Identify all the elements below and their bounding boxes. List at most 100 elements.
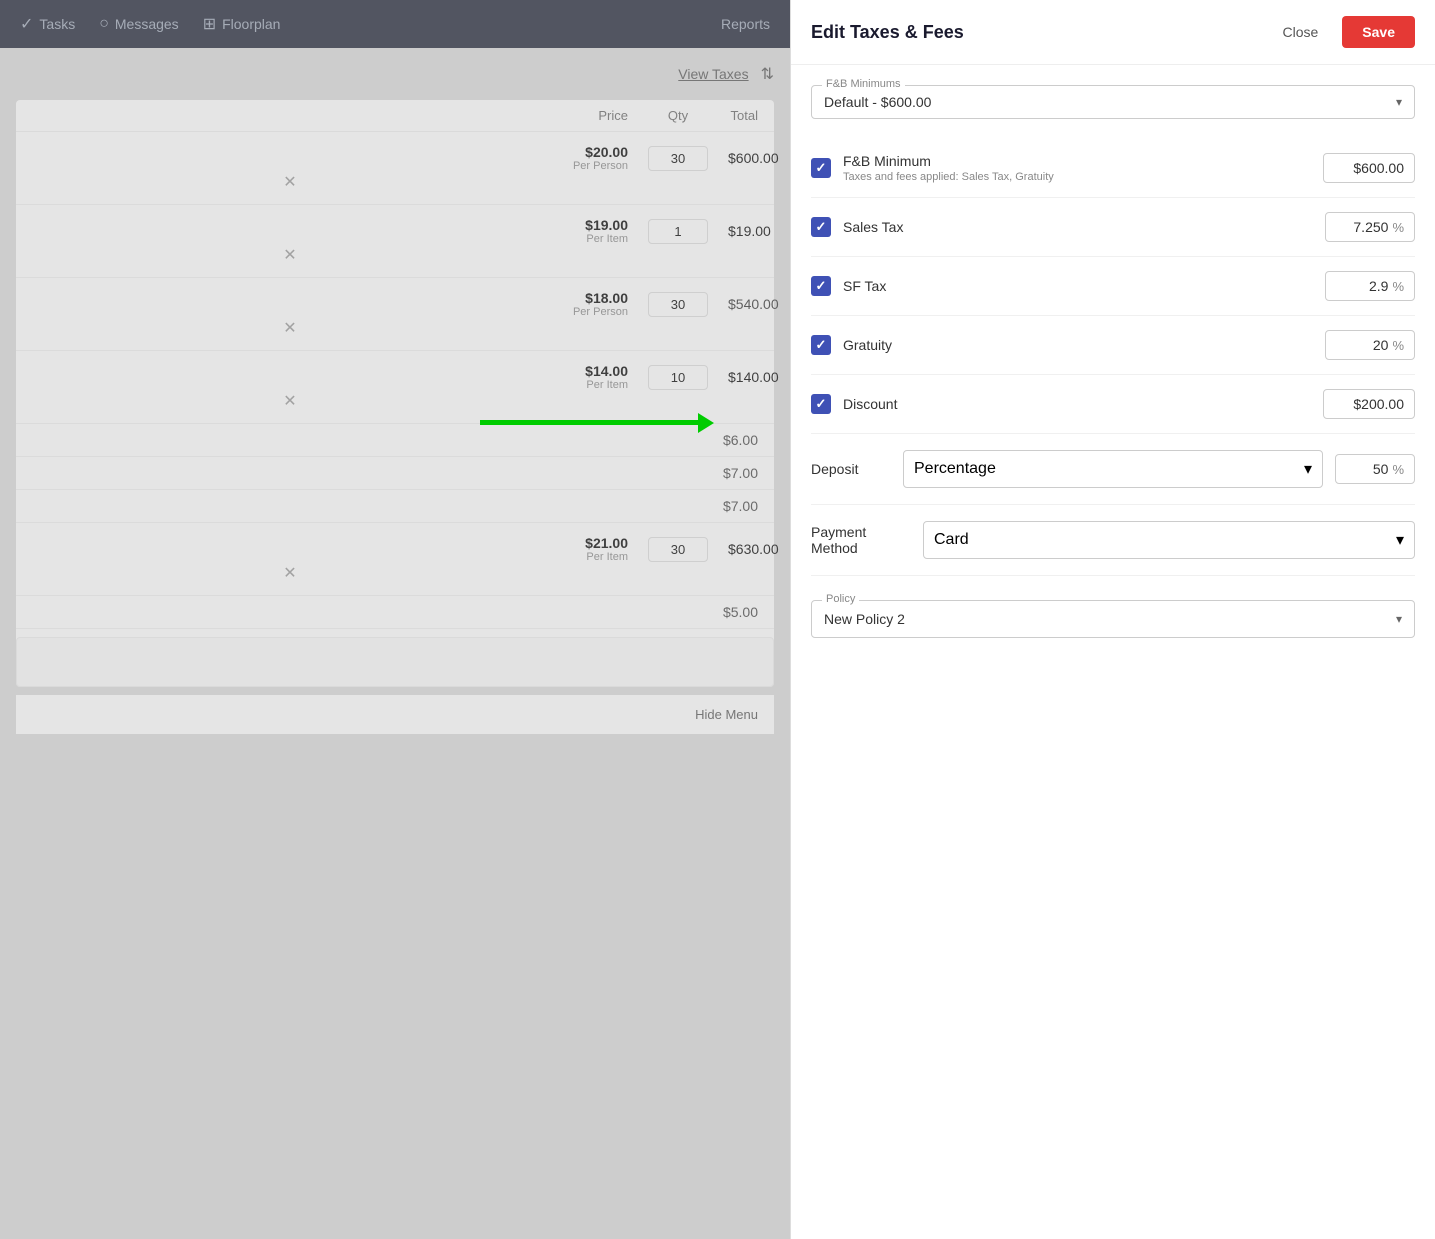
arrow-line xyxy=(480,420,700,425)
policy-select-container[interactable]: Policy New Policy 2 ▾ xyxy=(811,600,1415,638)
qty-input-3[interactable] xyxy=(648,292,708,317)
item-price-2: $19.00 Per Item xyxy=(548,217,628,245)
nav-item-floorplan[interactable]: ⊞ Floorplan xyxy=(203,14,281,34)
green-arrow-annotation xyxy=(480,420,700,425)
remove-btn-1[interactable]: ✕ xyxy=(283,172,296,192)
nav-item-tasks[interactable]: ✓ Tasks xyxy=(20,14,75,34)
sort-icon[interactable]: ⇅ xyxy=(761,64,774,84)
fee-checkbox-discount[interactable]: ✓ xyxy=(811,394,831,414)
fee-value-input-sf-tax[interactable] xyxy=(1348,278,1388,294)
checkmark-icon: ✓ xyxy=(816,396,827,412)
fnb-minimums-select-container[interactable]: F&B Minimums Default - $600.00 ▾ xyxy=(811,85,1415,119)
table-row: $14.00 Per Item $140.00 ✕ xyxy=(16,351,774,424)
deposit-label: Deposit xyxy=(811,461,891,477)
remove-btn-2[interactable]: ✕ xyxy=(283,245,296,265)
nav-label-floorplan: Floorplan xyxy=(222,16,280,32)
simple-price-row-3: $7.00 xyxy=(16,490,774,523)
edit-taxes-panel: Edit Taxes & Fees Close Save F&B Minimum… xyxy=(790,0,1435,1239)
item-total-2: $19.00 xyxy=(728,223,758,239)
panel-body: F&B Minimums Default - $600.00 ▾ ✓ F&B M… xyxy=(791,65,1435,1239)
fnb-minimums-chevron-icon: ▾ xyxy=(1396,95,1402,109)
qty-input-1[interactable] xyxy=(648,146,708,171)
deposit-row: Deposit Percentage ▾ % xyxy=(811,434,1415,505)
fee-label-gratuity: Gratuity xyxy=(843,337,1313,353)
fee-value-input-discount[interactable] xyxy=(1334,396,1404,412)
fee-checkbox-gratuity[interactable]: ✓ xyxy=(811,335,831,355)
close-button[interactable]: Close xyxy=(1271,18,1331,46)
deposit-value-field: % xyxy=(1335,454,1415,484)
fee-row-discount: ✓ Discount xyxy=(811,375,1415,434)
fee-checkbox-sales-tax[interactable]: ✓ xyxy=(811,217,831,237)
item-total-1: $600.00 xyxy=(728,150,758,166)
table-row: $19.00 Per Item $19.00 ✕ xyxy=(16,205,774,278)
panel-title: Edit Taxes & Fees xyxy=(811,22,964,43)
fee-name-fnb-minimum: F&B Minimum xyxy=(843,153,1311,169)
fee-unit-gratuity: % xyxy=(1392,338,1404,353)
fee-value-input-sales-tax[interactable] xyxy=(1338,219,1388,235)
floorplan-icon: ⊞ xyxy=(203,14,216,34)
panel-header-actions: Close Save xyxy=(1271,16,1416,48)
qty-input-4[interactable] xyxy=(648,365,708,390)
nav-label-tasks: Tasks xyxy=(39,16,75,32)
nav-label-messages: Messages xyxy=(115,16,179,32)
deposit-type-chevron-icon: ▾ xyxy=(1304,459,1312,479)
nav-item-messages[interactable]: ○ Messages xyxy=(99,15,178,33)
save-button[interactable]: Save xyxy=(1342,16,1415,48)
large-item-total: $630.00 xyxy=(728,541,758,557)
fee-desc-fnb-minimum: Taxes and fees applied: Sales Tax, Gratu… xyxy=(843,171,1311,183)
fee-row-fnb-minimum: ✓ F&B Minimum Taxes and fees applied: Sa… xyxy=(811,139,1415,198)
checkmark-icon: ✓ xyxy=(816,219,827,235)
table-row: $18.00 Per Person $540.00 ✕ xyxy=(16,278,774,351)
remove-btn-large[interactable]: ✕ xyxy=(283,563,296,583)
simple-price-row-2: $7.00 xyxy=(16,457,774,490)
fee-value-input-fnb-minimum[interactable] xyxy=(1334,160,1404,176)
col-header-price: Price xyxy=(548,108,628,123)
arrow-head xyxy=(698,413,714,433)
nav-item-reports[interactable]: Reports xyxy=(721,16,770,32)
items-table: Price Qty Total $20.00 Per Person $600.0… xyxy=(16,100,774,687)
col-header-total: Total xyxy=(728,108,758,123)
payment-method-value: Card xyxy=(934,531,969,549)
fee-value-field-sf-tax: % xyxy=(1325,271,1415,301)
fnb-minimums-value: Default - $600.00 xyxy=(824,94,931,110)
fee-unit-sales-tax: % xyxy=(1392,220,1404,235)
messages-icon: ○ xyxy=(99,15,109,33)
fee-name-sales-tax: Sales Tax xyxy=(843,219,1313,235)
fee-name-gratuity: Gratuity xyxy=(843,337,1313,353)
fee-unit-sf-tax: % xyxy=(1392,279,1404,294)
table-header: Price Qty Total xyxy=(16,100,774,132)
checkmark-icon: ✓ xyxy=(816,278,827,294)
deposit-type-value: Percentage xyxy=(914,460,996,478)
remove-btn-3[interactable]: ✕ xyxy=(283,318,296,338)
simple-price-1: $6.00 xyxy=(723,432,758,448)
deposit-type-select[interactable]: Percentage ▾ xyxy=(903,450,1323,488)
fee-value-field-sales-tax: % xyxy=(1325,212,1415,242)
payment-method-select[interactable]: Card ▾ xyxy=(923,521,1415,559)
hide-menu-bar[interactable]: Hide Menu xyxy=(16,695,774,734)
deposit-unit: % xyxy=(1392,462,1404,477)
checkmark-icon: ✓ xyxy=(816,160,827,176)
extra-price-row: $5.00 xyxy=(16,596,774,629)
fee-row-gratuity: ✓ Gratuity % xyxy=(811,316,1415,375)
view-taxes-link[interactable]: View Taxes xyxy=(678,66,748,82)
view-taxes-bar: View Taxes ⇅ xyxy=(16,64,774,84)
top-navigation: ✓ Tasks ○ Messages ⊞ Floorplan Reports xyxy=(0,0,790,48)
remove-btn-4[interactable]: ✕ xyxy=(283,391,296,411)
item-price-1: $20.00 Per Person xyxy=(548,144,628,172)
fee-name-discount: Discount xyxy=(843,396,1311,412)
qty-input-2[interactable] xyxy=(648,219,708,244)
simple-price-row-1: $6.00 xyxy=(16,424,774,457)
payment-method-label: Payment Method xyxy=(811,524,911,556)
fee-value-input-gratuity[interactable] xyxy=(1348,337,1388,353)
payment-method-chevron-icon: ▾ xyxy=(1396,530,1404,550)
policy-select-row: New Policy 2 ▾ xyxy=(824,611,1402,627)
deposit-value-input[interactable] xyxy=(1353,461,1388,477)
qty-input-large[interactable] xyxy=(648,537,708,562)
fnb-minimums-field: F&B Minimums Default - $600.00 ▾ xyxy=(811,85,1415,119)
fee-value-field-discount xyxy=(1323,389,1415,419)
fee-checkbox-fnb-minimum[interactable]: ✓ xyxy=(811,158,831,178)
fee-checkbox-sf-tax[interactable]: ✓ xyxy=(811,276,831,296)
simple-price-2: $7.00 xyxy=(723,465,758,481)
table-row: $21.00 Per Item $630.00 ✕ xyxy=(16,523,774,596)
text-area-row xyxy=(16,637,774,687)
